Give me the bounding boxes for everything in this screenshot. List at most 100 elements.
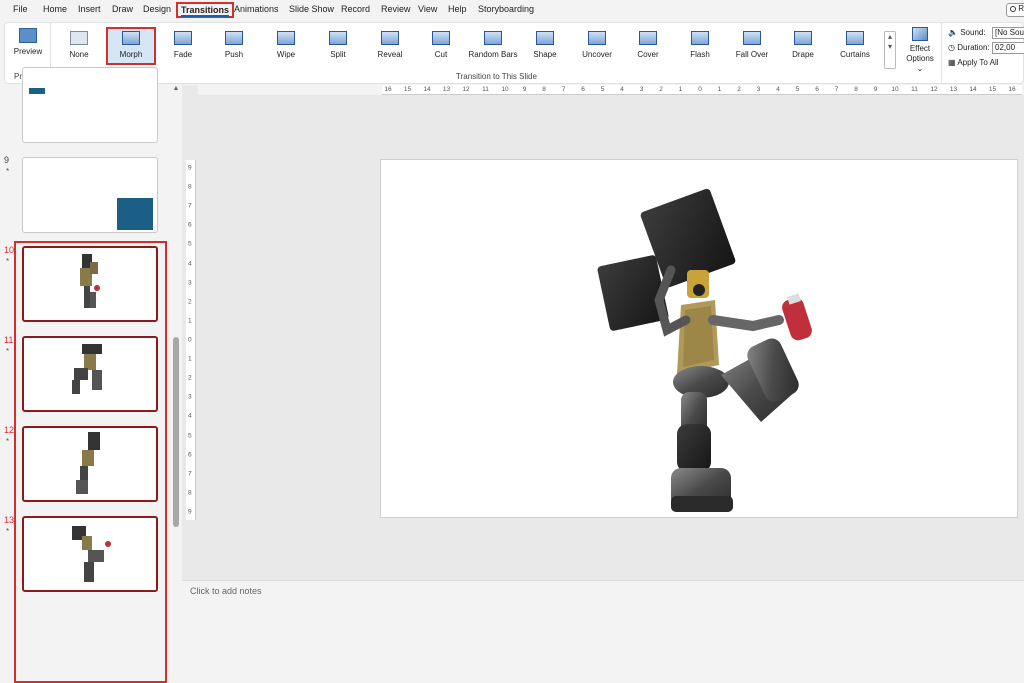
transition-flash[interactable]: Flash xyxy=(675,27,725,65)
transition-push[interactable]: Push xyxy=(209,27,259,65)
scrollbar-thumb[interactable] xyxy=(173,337,179,527)
ruler-tick-label: 2 xyxy=(188,298,192,306)
record-button[interactable]: Re xyxy=(1006,3,1024,17)
transition-split[interactable]: Split xyxy=(313,27,363,65)
menu-transitions[interactable]: Transitions xyxy=(176,2,235,18)
slide-thumb-11[interactable] xyxy=(22,336,158,412)
menu-view[interactable]: View xyxy=(418,4,437,14)
transition-label: Curtains xyxy=(840,50,870,59)
ruler-tick-label: 4 xyxy=(776,86,780,93)
duration-input[interactable]: 02,00 xyxy=(992,42,1024,54)
transition-none[interactable]: None xyxy=(54,27,104,65)
apply-to-all-button[interactable]: ▦ Apply To All xyxy=(948,58,999,67)
menu-design[interactable]: Design xyxy=(143,4,171,14)
transition-label: Cut xyxy=(434,50,448,59)
ruler-tick-label: 10 xyxy=(891,86,899,93)
slide-thumb-12[interactable] xyxy=(22,426,158,502)
ruler-tick-label: 1 xyxy=(678,86,683,93)
transition-uncover-icon xyxy=(588,31,606,45)
ruler-tick-label: 5 xyxy=(188,432,192,440)
transition-group-label: Transition to This Slide xyxy=(456,72,537,81)
sound-dropdown[interactable]: [No Sound] xyxy=(992,27,1024,39)
transition-morph[interactable]: Morph xyxy=(106,27,156,65)
transition-random-bars[interactable]: Random Bars xyxy=(468,27,518,65)
transition-shape[interactable]: Shape xyxy=(520,27,570,65)
transition-fade[interactable]: Fade xyxy=(158,27,208,65)
ruler-tick-label: 11 xyxy=(911,86,918,93)
robot-thumb-image xyxy=(72,526,111,582)
ruler-tick-label: 6 xyxy=(815,86,819,93)
transition-fall-over[interactable]: Fall Over xyxy=(727,27,777,65)
transition-push-icon xyxy=(225,31,243,45)
current-slide[interactable] xyxy=(380,159,1018,518)
transition-drape[interactable]: Drape xyxy=(778,27,828,65)
ruler-tick-label: 12 xyxy=(462,86,470,93)
transition-marker-icon: * xyxy=(6,167,10,176)
transition-marker-icon: * xyxy=(6,347,10,356)
menu-help[interactable]: Help xyxy=(448,4,467,14)
ruler-tick-label: 9 xyxy=(188,164,192,172)
scroll-up-icon[interactable]: ▲ xyxy=(172,85,180,92)
ruler-tick-label: 4 xyxy=(188,260,192,268)
transition-label: Split xyxy=(330,50,346,59)
notes-placeholder: Click to add notes xyxy=(190,586,262,596)
effect-options-label-2: Options ⌄ xyxy=(906,54,934,73)
ruler-tick-label: 15 xyxy=(403,86,412,93)
robot-image xyxy=(597,188,812,512)
ruler-tick-label: 5 xyxy=(795,86,800,93)
transition-cut[interactable]: Cut xyxy=(416,27,466,65)
effect-options-button[interactable]: Effect Options ⌄ xyxy=(902,27,938,73)
menu-file[interactable]: File xyxy=(13,4,28,14)
transition-label: None xyxy=(69,50,89,59)
preview-button-label: Preview xyxy=(13,47,43,56)
ruler-tick-label: 0 xyxy=(698,86,702,93)
transition-cover[interactable]: Cover xyxy=(623,27,673,65)
menu-review[interactable]: Review xyxy=(381,4,411,14)
slide-thumb-13[interactable] xyxy=(22,516,158,592)
menu-record[interactable]: Record xyxy=(341,4,370,14)
menu-animations[interactable]: Animations xyxy=(234,4,279,14)
apply-to-all-label: Apply To All xyxy=(957,58,999,67)
transition-curtains[interactable]: Curtains xyxy=(830,27,880,65)
record-icon xyxy=(1010,5,1016,12)
notes-pane[interactable]: Click to add notes xyxy=(182,580,1024,601)
chevron-up-icon: ▴ xyxy=(887,32,892,41)
ruler-tick-label: 13 xyxy=(949,86,958,93)
slide-number: 12 xyxy=(4,425,15,435)
transition-none-icon xyxy=(70,31,88,45)
transition-wipe[interactable]: Wipe xyxy=(261,27,311,65)
sound-label: Sound: xyxy=(960,28,986,37)
horizontal-ruler: 16 15 14 13 12 11 10 9 8 7 6 5 4 3 2 1 0 1 2 3 4 5 6 7 8 9 10 11 12 1… xyxy=(198,85,1024,95)
ruler-tick-label: 11 xyxy=(482,86,489,93)
transition-uncover[interactable]: Uncover xyxy=(572,27,622,65)
ruler-tick-label: 4 xyxy=(188,412,192,420)
gallery-more-button[interactable]: ▴ ▾ xyxy=(884,31,896,69)
thumbnails-scrollbar[interactable]: ▲ xyxy=(172,85,180,601)
ruler-tick-label: 7 xyxy=(188,202,192,210)
ruler-tick-label: 6 xyxy=(188,221,192,229)
menu-slide-show[interactable]: Slide Show xyxy=(289,4,334,14)
robot-thumb-image xyxy=(80,254,100,308)
slide-thumb-9[interactable] xyxy=(22,157,158,233)
ruler-tick-label: 6 xyxy=(188,451,192,459)
ruler-tick-label: 16 xyxy=(384,86,392,93)
menu-insert[interactable]: Insert xyxy=(78,4,101,14)
slide-thumb-8[interactable] xyxy=(22,67,158,143)
ruler-tick-label: 2 xyxy=(737,86,741,93)
menu-bar: File Home Insert Draw Design Transitions… xyxy=(0,0,1024,22)
menu-home[interactable]: Home xyxy=(43,4,67,14)
sound-row: 🔈 Sound: xyxy=(948,28,986,37)
menu-storyboarding[interactable]: Storyboarding xyxy=(478,4,534,14)
ruler-tick-label: 3 xyxy=(639,86,644,93)
ruler-tick-label: 12 xyxy=(930,86,938,93)
transition-drape-icon xyxy=(794,31,812,45)
transition-fade-icon xyxy=(174,31,192,45)
transition-cut-icon xyxy=(432,31,450,45)
transition-reveal[interactable]: Reveal xyxy=(365,27,415,65)
transition-label: Shape xyxy=(533,50,557,59)
ruler-tick-label: 9 xyxy=(873,86,878,93)
menu-draw[interactable]: Draw xyxy=(112,4,133,14)
preview-button[interactable]: Preview xyxy=(11,26,45,62)
slide-thumb-10[interactable] xyxy=(22,246,158,322)
sound-icon: 🔈 xyxy=(948,28,958,37)
